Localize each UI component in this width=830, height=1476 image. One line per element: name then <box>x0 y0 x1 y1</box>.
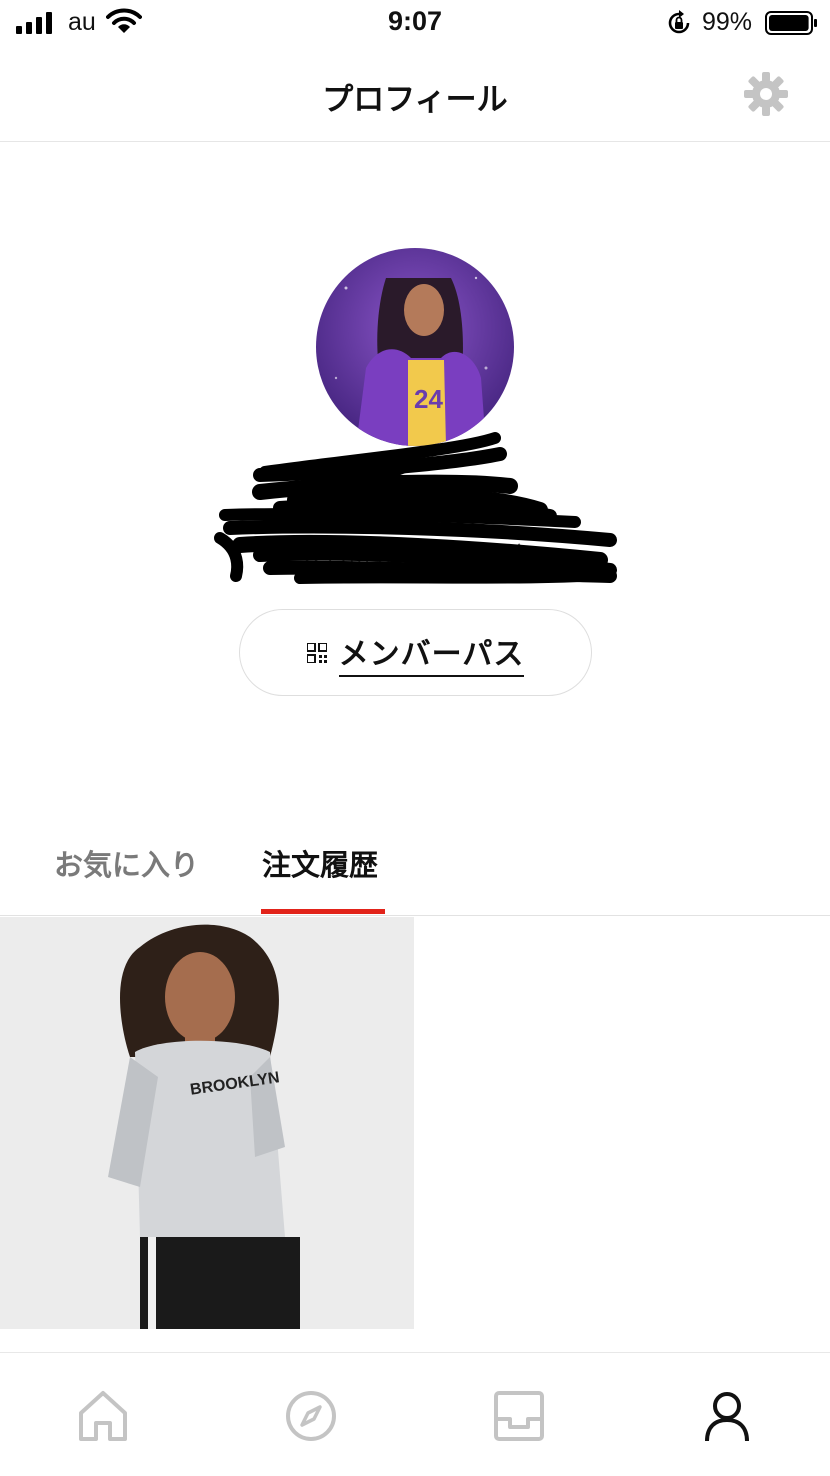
qr-code-icon <box>306 642 327 663</box>
gear-icon[interactable] <box>742 70 790 118</box>
member-pass-label: メンバーパス <box>338 629 525 677</box>
profile-tabs: お気に入り 注文履歴 <box>0 820 830 916</box>
bottom-tab-bar <box>0 1352 830 1476</box>
battery-icon <box>765 11 817 35</box>
page-title: プロフィール <box>322 82 508 118</box>
status-bar: au 9:07 99% <box>0 0 830 46</box>
home-icon[interactable] <box>76 1389 130 1443</box>
product-photo: BROOKLYN <box>0 917 414 1329</box>
tab-favorites[interactable]: お気に入り <box>54 842 199 884</box>
active-tab-indicator <box>261 909 385 914</box>
avatar-image: 24 <box>316 248 514 446</box>
inbox-icon[interactable] <box>492 1389 546 1443</box>
redaction-scribble <box>214 432 617 584</box>
avatar[interactable]: 24 <box>316 248 514 446</box>
navigation-bar: プロフィール <box>0 46 830 142</box>
compass-icon[interactable] <box>284 1389 338 1443</box>
rotation-lock-icon <box>668 10 690 34</box>
tab-order-history[interactable]: 注文履歴 <box>262 842 378 884</box>
profile-icon[interactable] <box>700 1389 754 1443</box>
battery-percent: 99% <box>702 8 753 36</box>
svg-text:24: 24 <box>414 384 443 414</box>
order-item-image[interactable]: BROOKLYN <box>0 917 414 1329</box>
member-pass-button[interactable]: メンバーパス <box>239 609 592 696</box>
